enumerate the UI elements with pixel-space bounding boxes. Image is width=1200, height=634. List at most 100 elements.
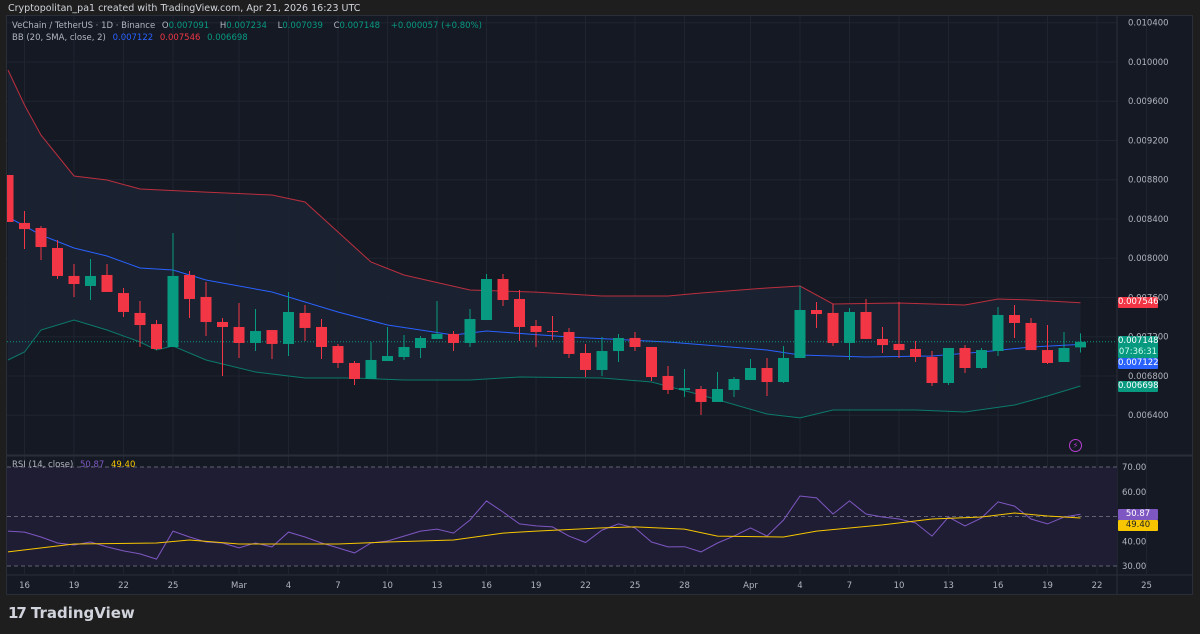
- candle-body: [1075, 341, 1086, 348]
- rsi-label[interactable]: RSI (14, close): [12, 460, 73, 470]
- candle-body: [992, 315, 1004, 352]
- bb-legend[interactable]: BB (20, SMA, close, 2) 0.007122 0.007546…: [12, 33, 252, 43]
- open-label: O: [161, 21, 169, 31]
- candle-body: [679, 388, 690, 390]
- time-axis-label: Mar: [231, 581, 248, 591]
- price-axis-label: 0.010400: [1128, 19, 1169, 29]
- time-axis-label: 22: [1092, 581, 1103, 591]
- candle-body: [794, 310, 806, 358]
- symbol-name[interactable]: VeChain / TetherUS · 1D · Binance: [12, 21, 155, 31]
- bb-lower-value: 0.006698: [207, 33, 248, 43]
- high-value: 0.007234: [226, 21, 267, 31]
- candle-body: [662, 375, 674, 390]
- candle-body: [250, 331, 261, 343]
- candle-body: [52, 247, 63, 276]
- time-axis-label: 19: [69, 581, 80, 591]
- rsi-legend[interactable]: RSI (14, close) 50.87 49.40: [12, 460, 139, 470]
- rsi-value-tag: 50.87: [1118, 509, 1158, 520]
- candle-body: [646, 347, 657, 378]
- candle-body: [547, 331, 558, 333]
- candle-body: [68, 275, 80, 285]
- candle-body: [943, 347, 954, 384]
- open-value: 0.007091: [168, 21, 210, 31]
- bb-upper-price-tag: 0.007546: [1118, 297, 1159, 308]
- candle-body: [167, 275, 179, 348]
- brand-name: TradingView: [30, 604, 135, 622]
- rsi-axis-label: 60.00: [1122, 488, 1146, 498]
- time-axis-label: 4: [797, 581, 802, 591]
- symbol-legend[interactable]: VeChain / TetherUS · 1D · Binance O0.007…: [12, 21, 486, 31]
- time-axis-label: 13: [432, 581, 443, 591]
- candle-body: [712, 389, 723, 402]
- bb-basis-price-tag: 0.007122: [1118, 358, 1159, 369]
- candle-body: [415, 337, 426, 348]
- candle: [646, 347, 657, 381]
- low-value: 0.007039: [282, 21, 323, 31]
- chart-canvas[interactable]: 0.010400 0.010000 0.009600 0.009200 0.008800…: [0, 0, 1200, 634]
- candle: [481, 273, 492, 321]
- candle-body: [497, 279, 509, 301]
- candle-body: [200, 296, 212, 322]
- candle-body: [85, 275, 96, 286]
- price-axis-label: 0.009200: [1128, 136, 1169, 146]
- candle-body: [481, 279, 492, 321]
- bb-basis-value: 0.007122: [112, 33, 154, 43]
- candle-body: [101, 274, 113, 292]
- time-axis-label: Apr: [743, 581, 758, 591]
- time-axis-label: 22: [580, 581, 591, 591]
- candle-body: [613, 337, 624, 352]
- time-axis-label: 16: [19, 581, 30, 591]
- candle-body: [530, 326, 542, 332]
- rsi-pane: [7, 466, 1117, 567]
- candle-body: [332, 346, 344, 363]
- candle-body: [382, 356, 393, 362]
- candle-body: [217, 321, 228, 327]
- candle-body: [316, 326, 327, 348]
- rsi-value: 50.87: [79, 460, 105, 470]
- bb-label[interactable]: BB (20, SMA, close, 2): [12, 33, 106, 43]
- last-price-value: 0.007148: [1118, 336, 1159, 346]
- candle-body: [184, 274, 195, 300]
- candle: [151, 320, 162, 351]
- tradingview-logo[interactable]: 17 TradingView: [8, 604, 135, 622]
- time-axis-label: 10: [894, 581, 905, 591]
- price-axis-label: 0.006400: [1128, 411, 1169, 421]
- candle-body: [761, 368, 773, 383]
- bb-background-fill: [8, 70, 1081, 418]
- candle-body: [1058, 347, 1070, 363]
- candle-body: [1042, 350, 1053, 363]
- time-axis-label: 25: [168, 581, 179, 591]
- close-label: C: [333, 21, 340, 31]
- candle-body: [877, 338, 888, 346]
- candle-body: [580, 352, 591, 370]
- lightning-bolt-icon[interactable]: ⚡: [1069, 439, 1082, 452]
- time-axis-label: 13: [943, 581, 954, 591]
- candle-body: [266, 330, 278, 344]
- price-pane: [7, 69, 1117, 419]
- candle-body: [151, 324, 162, 349]
- candle-body: [283, 311, 294, 344]
- candle-body: [629, 337, 641, 348]
- candle-body: [695, 389, 707, 402]
- candle-body: [349, 362, 360, 379]
- rsi-axis-label: 70.00: [1122, 463, 1146, 473]
- last-price-tag: 0.007148 07:36:31: [1118, 336, 1159, 358]
- time-axis-label: 16: [993, 581, 1004, 591]
- candle-body: [745, 368, 756, 380]
- candle-body: [19, 222, 30, 230]
- time-axis-label: 22: [118, 581, 129, 591]
- rsi-axis-label: 30.00: [1122, 562, 1146, 572]
- time-axis-label: 19: [1042, 581, 1053, 591]
- candle-body: [398, 347, 410, 358]
- tradingview-logo-icon: 17: [8, 604, 27, 622]
- candle: [976, 347, 987, 369]
- candle-body: [827, 312, 839, 343]
- candle: [7, 174, 14, 222]
- candle-body: [563, 331, 575, 354]
- time-axis-label: 19: [531, 581, 542, 591]
- candle-body: [118, 293, 129, 312]
- candle-body: [596, 351, 608, 370]
- price-axis-label: 0.008000: [1128, 254, 1169, 264]
- time-axis-label: 10: [382, 581, 393, 591]
- time-axis-label: 28: [679, 581, 690, 591]
